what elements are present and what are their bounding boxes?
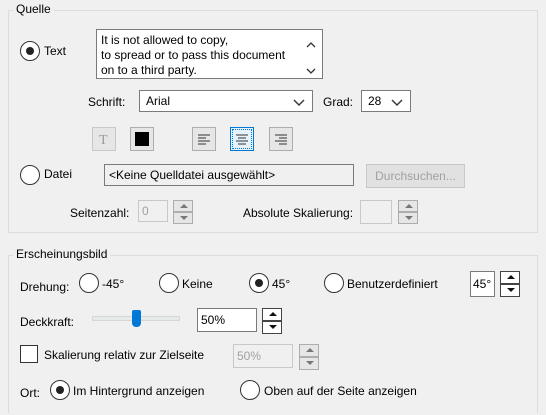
- opacity-slider-thumb[interactable]: [132, 310, 141, 327]
- file-path-field: <Keine Quelldatei ausgewählt>: [104, 164, 354, 186]
- arrow-up-icon: [269, 312, 277, 316]
- arrow-up-icon: [507, 275, 515, 279]
- scale-relative-label[interactable]: Skalierung relativ zur Zielseite: [44, 347, 204, 363]
- rotation-none-label[interactable]: Keine: [182, 276, 213, 292]
- arrow-down-icon: [405, 216, 413, 220]
- page-number-field[interactable]: 0: [138, 200, 168, 222]
- appearance-group-title: Erscheinungsbild: [13, 247, 111, 261]
- arrow-down-icon: [269, 325, 277, 329]
- rotation-minus45-label[interactable]: -45°: [102, 276, 124, 292]
- arrow-down-icon: [507, 288, 515, 292]
- opacity-spinner[interactable]: [262, 308, 282, 334]
- arrow-up-icon: [306, 348, 314, 352]
- rotation-minus45-radio[interactable]: [79, 273, 99, 293]
- align-right-icon: [275, 134, 287, 145]
- font-dropdown[interactable]: Arial: [139, 90, 313, 112]
- scale-relative-checkbox[interactable]: [20, 345, 38, 363]
- rotation-none-radio[interactable]: [159, 273, 179, 293]
- size-label: Grad:: [323, 95, 354, 109]
- font-dropdown-value: Arial: [146, 94, 171, 108]
- page-number-label: Seitenzahl:: [70, 206, 130, 220]
- scale-relative-field[interactable]: 50%: [233, 344, 293, 368]
- custom-rotation-spinner[interactable]: [500, 271, 520, 297]
- color-swatch-icon: [135, 132, 149, 146]
- file-radio[interactable]: [20, 165, 40, 185]
- opacity-label: Deckkraft:: [20, 315, 75, 329]
- file-path-value: <Keine Quelldatei ausgewählt>: [109, 168, 276, 182]
- align-left-icon: [198, 134, 210, 145]
- svg-text:T: T: [99, 133, 108, 148]
- rotation-custom-label[interactable]: Benutzerdefiniert: [347, 276, 438, 292]
- text-radio-label[interactable]: Text: [44, 43, 66, 59]
- align-left-button[interactable]: [192, 127, 216, 151]
- custom-rotation-field[interactable]: 45°: [470, 271, 495, 297]
- rotation-45-radio[interactable]: [249, 273, 269, 293]
- location-background-radio[interactable]: [50, 380, 70, 400]
- text-radio[interactable]: [20, 41, 40, 61]
- size-dropdown[interactable]: 28: [361, 90, 411, 112]
- location-background-label[interactable]: Im Hintergrund anzeigen: [73, 383, 204, 399]
- size-dropdown-value: 28: [368, 94, 382, 108]
- watermark-text-area[interactable]: It is not allowed to copy, to spread or …: [96, 29, 323, 79]
- custom-rotation-value: 45°: [473, 277, 492, 291]
- scale-relative-value: 50%: [237, 349, 262, 363]
- align-center-button[interactable]: [230, 127, 254, 151]
- align-right-button[interactable]: [269, 127, 293, 151]
- rotation-custom-radio[interactable]: [324, 273, 344, 293]
- page-number-spinner[interactable]: [173, 200, 193, 224]
- page-number-value: 0: [142, 204, 149, 218]
- arrow-down-icon: [306, 361, 314, 365]
- browse-button[interactable]: Durchsuchen...: [366, 164, 465, 188]
- text-format-icon: T: [99, 133, 108, 148]
- chevron-down-icon: [390, 95, 404, 107]
- align-center-icon: [236, 134, 248, 145]
- watermark-text: It is not allowed to copy, to spread or …: [101, 33, 286, 77]
- rotation-label: Drehung:: [20, 280, 70, 294]
- scale-relative-spinner[interactable]: [299, 344, 319, 370]
- chevron-down-icon: [292, 95, 306, 107]
- scroll-down-icon[interactable]: [306, 64, 316, 74]
- location-top-radio[interactable]: [240, 380, 260, 400]
- opacity-slider[interactable]: [92, 310, 180, 328]
- font-label: Schrift:: [88, 95, 126, 109]
- opacity-value: 50%: [201, 313, 226, 327]
- absolute-scale-field[interactable]: [360, 200, 392, 224]
- location-top-label[interactable]: Oben auf der Seite anzeigen: [264, 383, 417, 399]
- absolute-scale-spinner[interactable]: [398, 200, 418, 224]
- arrow-up-icon: [180, 204, 188, 208]
- arrow-up-icon: [405, 204, 413, 208]
- opacity-field[interactable]: 50%: [197, 308, 257, 332]
- text-style-button[interactable]: T: [92, 127, 116, 151]
- absolute-scale-label: Absolute Skalierung:: [243, 206, 354, 220]
- file-radio-label[interactable]: Datei: [44, 166, 72, 182]
- arrow-down-icon: [180, 216, 188, 220]
- source-group-title: Quelle: [13, 2, 54, 16]
- rotation-45-label[interactable]: 45°: [272, 276, 290, 292]
- text-color-button[interactable]: [130, 127, 154, 151]
- location-label: Ort:: [20, 386, 40, 400]
- scroll-up-icon[interactable]: [306, 38, 316, 48]
